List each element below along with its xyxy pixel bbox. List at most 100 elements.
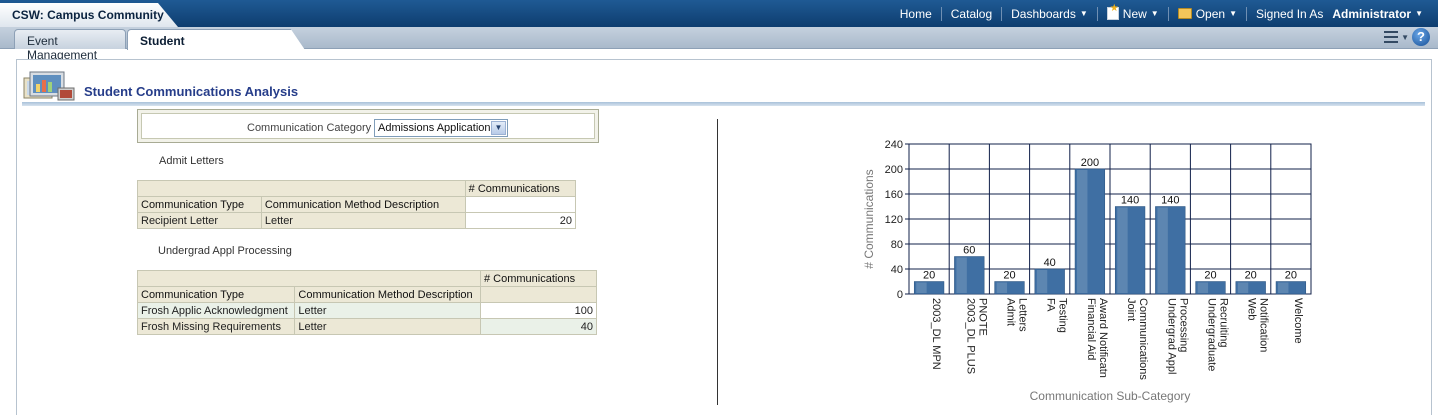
x-tick-label: Web Notification	[1246, 298, 1270, 352]
home-link[interactable]: Home	[891, 7, 941, 21]
x-tick-label: Undergraduate Recruiting	[1206, 298, 1230, 371]
row-method: Letter	[260, 212, 466, 229]
col-header-method-description: Communication Method Description	[260, 196, 466, 213]
group-title-admit-letters: Admit Letters	[159, 155, 224, 167]
tab-student-communications[interactable]: Student Communications	[127, 29, 305, 50]
dashboards-label: Dashboards	[1011, 6, 1076, 21]
signed-in-text: Signed In As	[1247, 7, 1332, 21]
section-header: Student Communications Analysis	[22, 70, 1425, 106]
communication-category-select[interactable]: Admissions Application ▼	[374, 119, 508, 137]
bar-highlight	[1077, 170, 1088, 293]
x-tick-label: Financial Aid Award Notificatn	[1085, 298, 1109, 378]
y-tick-label: 160	[885, 189, 903, 201]
x-tick-label-line: 2003_DL PLUS	[964, 298, 976, 374]
x-tick-label-line: Recruiting	[1218, 298, 1230, 348]
x-tick-label: Welcome	[1292, 298, 1304, 344]
bar-highlight	[1117, 207, 1128, 293]
signed-in-label: Signed In As	[1256, 6, 1324, 21]
measure-subheader	[480, 286, 597, 303]
bar-highlight	[1036, 270, 1048, 293]
x-tick-label: FA Testing	[1045, 298, 1069, 333]
table-row: Frosh Applic Acknowledgment Letter 100	[136, 302, 597, 319]
prompt-panel: Communication Category Admissions Applic…	[141, 113, 595, 139]
table-header-row: # Communications	[137, 270, 597, 287]
x-tick-label-line: Award Notificatn	[1097, 298, 1109, 378]
data-label: 140	[1161, 195, 1179, 207]
x-tick-label-line: Notification	[1258, 298, 1270, 352]
app-title: CSW: Campus Community	[0, 3, 178, 27]
table-corner	[137, 270, 481, 287]
page-options-icon[interactable]	[1384, 31, 1399, 43]
dashboards-menu[interactable]: Dashboards ▼	[1002, 7, 1097, 21]
folder-icon	[1177, 8, 1192, 19]
chevron-down-icon[interactable]: ▼	[1401, 33, 1409, 42]
help-icon[interactable]: ?	[1412, 28, 1430, 46]
row-value: 100	[480, 302, 597, 319]
table-header-row: Communication Type Communication Method …	[136, 286, 597, 303]
x-tick-label-line: Welcome	[1292, 298, 1304, 344]
row-method: Letter	[294, 302, 481, 319]
bar-highlight	[1197, 282, 1209, 293]
y-tick-label: 120	[885, 214, 903, 226]
undergrad-appl-processing-table: # Communications Communication Type Comm…	[136, 270, 597, 335]
measure-header: # Communications	[464, 180, 577, 197]
table-header-row: Communication Type Communication Method …	[137, 196, 577, 213]
row-communication-type: Recipient Letter	[137, 212, 262, 229]
y-tick-label: 0	[897, 289, 903, 301]
dashboard-content: Student Communications Analysis Communic…	[16, 59, 1432, 415]
communication-category-label: Communication Category	[247, 122, 372, 134]
col-header-communication-type: Communication Type	[137, 196, 262, 213]
data-label: 20	[1204, 270, 1216, 282]
prompt-container: Communication Category Admissions Applic…	[137, 109, 599, 143]
measure-header: # Communications	[480, 270, 597, 287]
bar-highlight	[916, 282, 927, 293]
col-header-method-description: Communication Method Description	[294, 286, 481, 303]
y-tick-label: 80	[891, 239, 903, 251]
chevron-down-icon: ▼	[1415, 9, 1423, 18]
x-tick-label: Admit Letters	[1005, 298, 1029, 332]
bar-highlight	[956, 257, 967, 293]
x-tick-label-line: Communications	[1137, 298, 1149, 380]
data-label: 40	[1044, 257, 1056, 269]
group-title-undergrad-appl-processing: Undergrad Appl Processing	[158, 245, 292, 257]
x-axis-title: Communication Sub-Category	[1030, 389, 1191, 403]
row-value: 20	[464, 212, 577, 229]
x-tick-label: Undergrad Appl Processing	[1165, 298, 1189, 374]
row-value: 40	[480, 318, 597, 335]
page-tools: ▼ ?	[1384, 28, 1430, 46]
data-label: 20	[923, 270, 935, 282]
chevron-down-icon: ▼	[1150, 9, 1159, 18]
selected-category: Admissions Application	[378, 122, 491, 134]
y-tick-label: 240	[885, 139, 903, 151]
y-tick-label: 40	[891, 264, 903, 276]
y-tick-label: 200	[885, 164, 903, 176]
x-tick-label-line: Letters	[1017, 298, 1029, 332]
row-communication-type: Frosh Missing Requirements	[136, 318, 296, 335]
new-label: New	[1122, 6, 1147, 21]
x-tick-label-line: Web	[1246, 298, 1258, 320]
row-communication-type: Frosh Applic Acknowledgment	[136, 302, 296, 319]
chevron-down-icon: ▼	[1079, 9, 1088, 18]
open-menu[interactable]: Open ▼	[1169, 7, 1246, 21]
data-label: 20	[1285, 270, 1297, 282]
data-label: 20	[1245, 270, 1257, 282]
x-tick-label: 2003_DL PLUS PNOTE	[964, 298, 988, 374]
global-nav: Home Catalog Dashboards ▼ New ▼ Open ▼ S…	[891, 0, 1432, 27]
x-tick-label-line: Processing	[1177, 298, 1189, 352]
bar-highlight	[996, 282, 1008, 293]
tab-event-management[interactable]: Event Management	[14, 29, 126, 62]
new-menu[interactable]: New ▼	[1098, 3, 1168, 21]
user-menu[interactable]: Administrator ▼	[1332, 7, 1432, 21]
table-header-row: # Communications	[137, 180, 577, 197]
bar-highlight	[1157, 207, 1168, 293]
global-header: CSW: Campus Community Home Catalog Dashb…	[0, 0, 1438, 27]
table-row: Recipient Letter Letter 20	[137, 212, 577, 229]
x-tick-label-line: Joint	[1125, 298, 1137, 321]
x-tick-label-line: 2003_DL MPN	[930, 298, 942, 370]
open-label: Open	[1195, 6, 1226, 21]
catalog-link[interactable]: Catalog	[942, 7, 1001, 21]
admit-letters-table: # Communications Communication Type Comm…	[137, 180, 577, 229]
measure-subheader	[464, 196, 577, 213]
x-tick-label-line: FA	[1045, 298, 1057, 312]
chevron-down-icon[interactable]: ▼	[491, 121, 506, 135]
